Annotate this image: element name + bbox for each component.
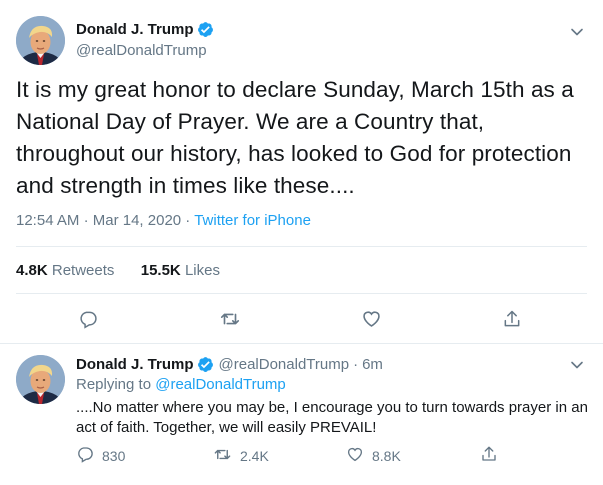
author-name-row: Donald J. Trump @realDonaldTrump · 6m [76,356,383,373]
heart-icon [361,308,382,334]
share-icon [480,445,506,466]
divider [16,293,587,294]
likes-label: Likes [184,262,220,279]
retweets-stat[interactable]: 4.8K Retweets [16,262,114,279]
share-icon [502,309,522,334]
chevron-down-icon[interactable] [570,25,584,39]
avatar[interactable] [16,16,65,65]
tweet-meta: 12:54 AM · Mar 14, 2020 · Twitter for iP… [16,212,311,229]
main-tweet: Donald J. Trump @realDonaldTrump It is m… [0,0,603,344]
reply-action-bar: 830 2.4K 8.8K [76,445,588,465]
reply-text: ....No matter where you may be, I encour… [76,399,588,436]
tweet-time[interactable]: 12:54 AM [16,212,79,229]
display-name[interactable]: Donald J. Trump [76,21,194,38]
likes-stat[interactable]: 15.5K Likes [141,262,220,279]
meta-separator: · [353,356,359,373]
retweets-label: Retweets [51,262,115,279]
replying-prefix: Replying to [76,376,152,393]
retweets-count: 4.8K [16,262,48,279]
verified-badge-icon [197,356,214,373]
engagement-stats: 4.8K Retweets 15.5K Likes [16,262,220,279]
meta-separator: · [83,212,89,229]
reply-icon [76,445,102,466]
tweet-thread: Donald J. Trump @realDonaldTrump It is m… [0,0,603,485]
reply-button[interactable]: 830 [76,445,125,466]
handle[interactable]: @realDonaldTrump [76,42,207,59]
reply-count: 830 [102,447,126,464]
retweet-button[interactable] [217,308,243,334]
verified-badge-icon [197,21,214,38]
meta-separator: · [185,212,191,229]
chevron-down-icon[interactable] [570,358,584,372]
retweet-icon [213,445,240,467]
handle[interactable]: @realDonaldTrump [219,356,350,373]
retweet-count: 2.4K [240,448,269,464]
tweet-source-link[interactable]: Twitter for iPhone [194,212,311,229]
heart-icon [346,445,372,466]
tweet-text: It is my great honor to declare Sunday, … [16,77,574,198]
author-name-row[interactable]: Donald J. Trump [76,21,214,38]
tweet-action-bar [0,308,603,334]
retweet-icon [219,308,241,335]
likes-count: 15.5K [140,262,181,279]
reply-tweet[interactable]: Donald J. Trump @realDonaldTrump · 6m Re… [0,344,603,485]
replying-to-link[interactable]: @realDonaldTrump [155,376,286,393]
like-button[interactable]: 8.8K [346,445,401,466]
reply-button[interactable] [75,308,101,334]
like-button[interactable] [358,308,384,334]
share-button[interactable] [499,308,525,334]
display-name[interactable]: Donald J. Trump [76,356,194,373]
tweet-age[interactable]: 6m [362,356,383,373]
divider [16,246,587,247]
retweet-button[interactable]: 2.4K [213,445,269,467]
like-count: 8.8K [372,447,401,464]
avatar[interactable] [16,355,65,404]
tweet-date[interactable]: Mar 14, 2020 [93,212,181,229]
reply-icon [78,309,98,334]
share-button[interactable] [480,445,506,466]
replying-to: Replying to @realDonaldTrump [76,376,286,393]
